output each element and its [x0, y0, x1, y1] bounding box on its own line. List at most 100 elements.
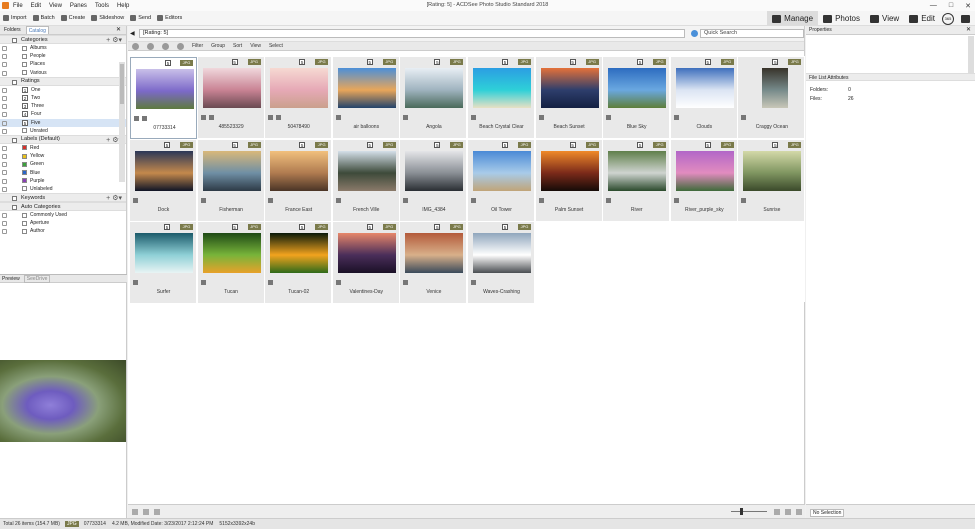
thumbnail-item[interactable]: 5 JPG Beach Sunset: [535, 57, 603, 139]
toolbar-create-button[interactable]: Create: [60, 15, 85, 21]
collapse-icon[interactable]: [12, 38, 17, 43]
toolbar-batch-button[interactable]: Batch: [32, 15, 55, 21]
category-various[interactable]: Various: [0, 69, 126, 77]
auto-item-aperture[interactable]: Aperture: [0, 219, 126, 227]
include-toggle-icon[interactable]: [2, 154, 7, 160]
menu-tools[interactable]: Tools: [95, 3, 109, 9]
rotate-left-icon[interactable]: [132, 509, 138, 515]
pin-icon[interactable]: ✕: [114, 26, 123, 34]
ratings-section[interactable]: Ratings: [0, 76, 126, 86]
category-albums[interactable]: Albums: [0, 44, 126, 52]
scroll-thumb[interactable]: [120, 64, 124, 104]
include-toggle-icon[interactable]: [2, 104, 7, 110]
properties-scrollbar[interactable]: [968, 36, 974, 76]
details-view-icon[interactable]: [796, 509, 802, 515]
nav-forward-icon[interactable]: [147, 42, 154, 50]
list-view-icon[interactable]: [785, 509, 791, 515]
quick-search-input[interactable]: Quick Search: [700, 29, 804, 38]
thumbnail-item[interactable]: 5 JPG Sunrise: [738, 139, 806, 222]
include-toggle-icon[interactable]: [2, 70, 7, 76]
include-toggle-icon[interactable]: [2, 145, 7, 151]
close-icon[interactable]: ✕: [965, 2, 971, 10]
label-unlabeled[interactable]: Unlabeled: [0, 185, 126, 193]
thumbnail-item[interactable]: 5 JPG Venice: [400, 222, 468, 304]
toolbar-editors-button[interactable]: Editors: [157, 15, 182, 21]
thumbnail-view-icon[interactable]: [774, 509, 780, 515]
rating-four[interactable]: 4 Four: [0, 110, 126, 118]
thumbnail-item[interactable]: 5 JPG Clouds: [670, 57, 738, 139]
include-toggle-icon[interactable]: [2, 178, 7, 184]
auto-item-author[interactable]: Author: [0, 227, 126, 235]
include-toggle-icon[interactable]: [2, 186, 7, 192]
label-green[interactable]: Green: [0, 160, 126, 168]
menu-file[interactable]: File: [13, 3, 23, 9]
thumbnail-item[interactable]: 5 JPG France East: [265, 139, 333, 222]
thumbnail-item[interactable]: 5 JPG Craggy Ocean: [738, 57, 806, 139]
thumbnail-item[interactable]: 5 JPG air balloons: [332, 57, 400, 139]
include-toggle-icon[interactable]: [2, 46, 7, 51]
minimize-icon[interactable]: —: [930, 2, 937, 9]
thumbnail-item[interactable]: 5 JPG 485523329: [197, 57, 265, 139]
include-toggle-icon[interactable]: [2, 128, 7, 134]
rotate-right-icon[interactable]: [143, 509, 149, 515]
category-places[interactable]: Places: [0, 60, 126, 68]
label-purple[interactable]: Purple: [0, 177, 126, 185]
refresh-icon[interactable]: [154, 509, 160, 515]
toolbar-send-button[interactable]: Send: [130, 15, 151, 21]
collapse-icon[interactable]: [12, 79, 17, 85]
menu-view[interactable]: View: [49, 3, 62, 9]
rating-two[interactable]: 2 Two: [0, 94, 126, 102]
tab-seedrive[interactable]: SeeDrive: [23, 274, 51, 283]
menu-help[interactable]: Help: [117, 3, 129, 9]
include-toggle-icon[interactable]: [2, 170, 7, 176]
label-blue[interactable]: Blue: [0, 168, 126, 176]
zoom-slider-knob[interactable]: [740, 508, 743, 515]
include-toggle-icon[interactable]: [2, 95, 7, 101]
include-toggle-icon[interactable]: [2, 120, 7, 126]
properties-close-icon[interactable]: ✕: [966, 26, 971, 35]
zoom-slider[interactable]: [731, 511, 767, 512]
nav-up-icon[interactable]: [162, 42, 169, 50]
include-toggle-icon[interactable]: [2, 54, 7, 60]
include-toggle-icon[interactable]: [2, 213, 7, 218]
thumbnail-item[interactable]: 5 JPG Beach Crystal Clear: [468, 57, 535, 139]
rating-unrated[interactable]: Unrated: [0, 127, 126, 135]
tab-catalog[interactable]: Catalog: [25, 26, 49, 34]
labels-section[interactable]: Labels (Default) + ⚙▾: [0, 134, 126, 144]
thumbnail-item[interactable]: 5 JPG Dock: [130, 139, 197, 222]
auto-categories-section[interactable]: Auto Categories: [0, 202, 126, 211]
thumbnail-item[interactable]: 5 JPG Tucan-02: [265, 222, 333, 304]
back-icon[interactable]: ◀: [130, 30, 135, 37]
thumbnail-item[interactable]: 5 JPG Blue Sky: [603, 57, 671, 139]
365-button[interactable]: 365: [942, 12, 954, 25]
thumbnail-item[interactable]: 5 JPG French Ville: [332, 139, 400, 222]
include-toggle-icon[interactable]: [2, 229, 7, 235]
rating-three[interactable]: 3 Three: [0, 102, 126, 110]
path-input[interactable]: [Rating: 5]: [139, 29, 685, 38]
collapse-icon[interactable]: [12, 205, 17, 210]
thumbnail-item[interactable]: 5 JPG IMG_4384: [400, 139, 468, 222]
label-red[interactable]: Red: [0, 144, 126, 152]
thumbnail-item[interactable]: 5 JPG Palm Sunset: [535, 139, 603, 222]
catalog-scrollbar[interactable]: [119, 62, 125, 182]
mode-edit-button[interactable]: Edit: [904, 11, 940, 26]
menu-panes[interactable]: Panes: [70, 3, 87, 9]
thumbnail-item[interactable]: 5 JPG River_purple_sky: [670, 139, 738, 222]
include-toggle-icon[interactable]: [2, 112, 7, 118]
keywords-section[interactable]: Keywords + ⚙▾: [0, 193, 126, 202]
tab-preview[interactable]: Preview: [2, 276, 20, 282]
nav-back-icon[interactable]: [132, 42, 139, 50]
collapse-icon[interactable]: [12, 137, 17, 143]
tab-folders[interactable]: Folders: [2, 26, 23, 34]
mode-view-button[interactable]: View: [865, 11, 904, 26]
include-toggle-icon[interactable]: [2, 221, 7, 227]
thumbnail-item[interactable]: 5 JPG Oil Tower: [468, 139, 535, 222]
include-toggle-icon[interactable]: [2, 87, 7, 93]
toolbar-import-button[interactable]: Import: [3, 15, 27, 21]
thumbnail-item[interactable]: 5 JPG Angola: [400, 57, 468, 139]
mode-photos-button[interactable]: Photos: [818, 11, 865, 26]
collapse-icon[interactable]: [12, 196, 17, 201]
filter-sort-menu[interactable]: Sort: [233, 43, 242, 49]
thumbnail-item[interactable]: 5 JPG 07733314: [130, 57, 197, 139]
filter-group-menu[interactable]: Group: [211, 43, 225, 49]
